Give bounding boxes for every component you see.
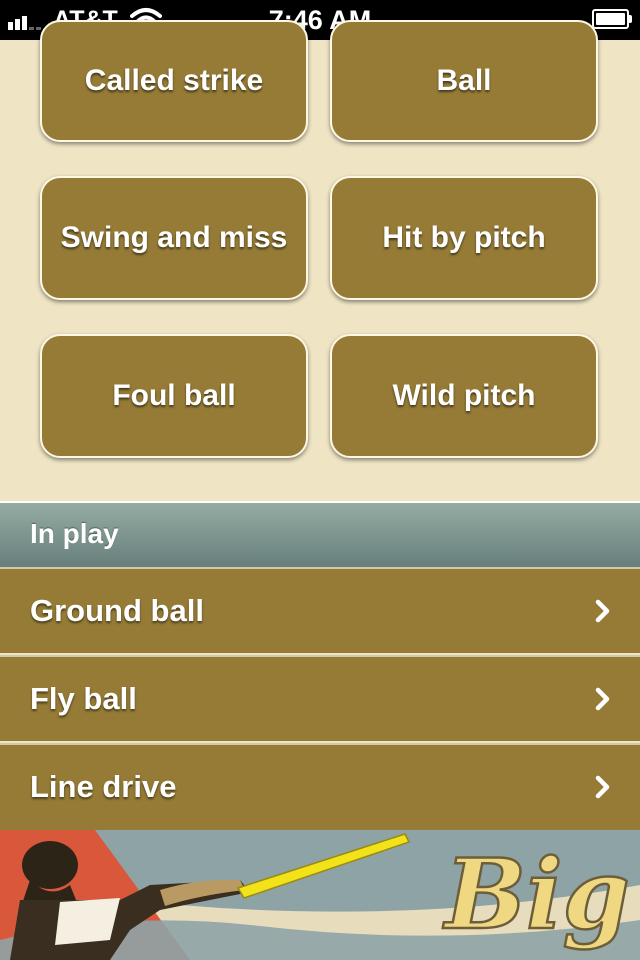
wild-pitch-button[interactable]: Wild pitch: [330, 334, 598, 458]
list-item-label: Fly ball: [30, 681, 137, 716]
in-play-section-header: In play: [0, 501, 640, 567]
called-strike-button[interactable]: Called strike: [40, 20, 308, 142]
list-item-line-drive[interactable]: Line drive: [0, 743, 640, 830]
list-item-label: Ground ball: [30, 593, 204, 628]
baseball-banner-image: Big: [0, 830, 640, 960]
list-item-label: Line drive: [30, 769, 177, 804]
chevron-right-icon: [595, 775, 610, 799]
banner-lettering: Big: [442, 838, 630, 951]
chevron-right-icon: [595, 687, 610, 711]
foul-ball-button[interactable]: Foul ball: [40, 334, 308, 458]
swing-and-miss-button[interactable]: Swing and miss: [40, 176, 308, 300]
hit-by-pitch-button[interactable]: Hit by pitch: [330, 176, 598, 300]
ball-button[interactable]: Ball: [330, 20, 598, 142]
list-item-ground-ball[interactable]: Ground ball: [0, 567, 640, 653]
chevron-right-icon: [595, 599, 610, 623]
list-item-fly-ball[interactable]: Fly ball: [0, 655, 640, 741]
battery-icon: [592, 9, 632, 29]
